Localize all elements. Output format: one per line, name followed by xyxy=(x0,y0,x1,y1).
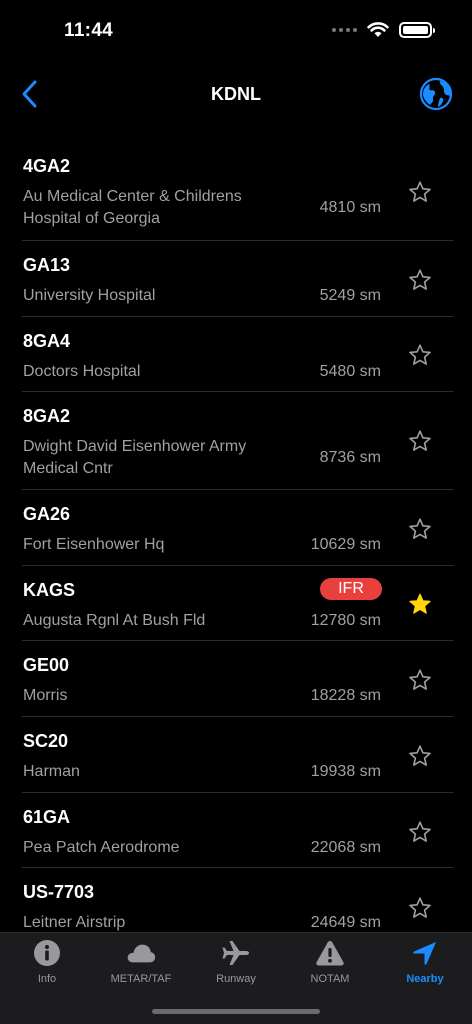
tab-notam[interactable]: NOTAM xyxy=(283,933,377,993)
status-time: 11:44 xyxy=(64,20,114,41)
tab-label: Nearby xyxy=(406,973,444,985)
nearby-airports-list[interactable]: 4GA2 Au Medical Center & Childrens Hospi… xyxy=(0,140,472,932)
star-outline-icon[interactable] xyxy=(408,744,432,768)
airport-row[interactable]: US-7703 Leitner Airstrip 24649 sm xyxy=(0,868,472,932)
warning-triangle-icon xyxy=(315,939,345,967)
airport-name: Au Medical Center & Childrens Hospital o… xyxy=(23,188,242,227)
airport-distance: 8736 sm xyxy=(319,449,381,466)
airport-row[interactable]: GE00 Morris 18228 sm xyxy=(0,641,472,717)
tab-label: Runway xyxy=(216,973,256,985)
globe-icon xyxy=(419,77,453,111)
airport-row[interactable]: 8GA4 Doctors Hospital 5480 sm xyxy=(0,317,472,392)
airport-distance: 5480 sm xyxy=(319,363,381,380)
star-outline-icon[interactable] xyxy=(408,268,432,292)
airport-code: GA13 xyxy=(23,255,71,275)
airport-row[interactable]: 4GA2 Au Medical Center & Childrens Hospi… xyxy=(0,140,472,241)
airport-name: Pea Patch Aerodrome xyxy=(23,839,180,856)
wifi-icon xyxy=(367,22,389,37)
status-icons xyxy=(332,22,435,38)
star-outline-icon[interactable] xyxy=(408,180,432,204)
tab-metar-taf[interactable]: METAR/TAF xyxy=(94,933,188,993)
star-outline-icon[interactable] xyxy=(408,343,432,367)
info-circle-icon xyxy=(32,939,62,967)
airport-name: Dwight David Eisenhower Army Medical Cnt… xyxy=(23,438,247,477)
airport-code: SC20 xyxy=(23,731,69,751)
airport-row[interactable]: 61GA Pea Patch Aerodrome 22068 sm xyxy=(0,793,472,868)
cellular-signal-icon xyxy=(332,28,357,32)
star-outline-icon[interactable] xyxy=(408,668,432,692)
ifr-badge: IFR xyxy=(320,578,382,600)
tab-label: METAR/TAF xyxy=(110,973,172,985)
tab-label: NOTAM xyxy=(310,973,350,985)
airport-name: Doctors Hospital xyxy=(23,363,141,380)
airport-distance: 18228 sm xyxy=(310,687,381,704)
star-outline-icon[interactable] xyxy=(408,820,432,844)
star-outline-icon[interactable] xyxy=(408,896,432,920)
battery-icon xyxy=(399,22,435,38)
airport-distance: 24649 sm xyxy=(310,914,381,931)
star-filled-icon[interactable] xyxy=(408,592,432,616)
airport-name: Morris xyxy=(23,687,68,704)
airport-code: GE00 xyxy=(23,655,70,675)
airport-distance: 4810 sm xyxy=(319,199,381,216)
tab-runway[interactable]: Runway xyxy=(189,933,283,993)
tab-label: Info xyxy=(37,973,57,985)
airport-code: KAGS xyxy=(23,580,76,600)
tab-info[interactable]: Info xyxy=(0,933,94,993)
tab-nearby[interactable]: Nearby xyxy=(378,933,472,993)
airport-row[interactable]: SC20 Harman 19938 sm xyxy=(0,717,472,793)
airport-name: Fort Eisenhower Hq xyxy=(23,536,165,553)
page-title: KDNL xyxy=(211,84,261,104)
airport-code: US-7703 xyxy=(23,882,95,902)
airport-name: University Hospital xyxy=(23,287,156,304)
airport-row[interactable]: GA26 Fort Eisenhower Hq 10629 sm xyxy=(0,490,472,566)
airport-row[interactable]: GA13 University Hospital 5249 sm xyxy=(0,241,472,317)
cloud-icon xyxy=(126,939,156,967)
airport-name: Augusta Rgnl At Bush Fld xyxy=(23,612,206,629)
airport-code: 4GA2 xyxy=(23,156,71,176)
airport-code: 8GA4 xyxy=(23,331,71,351)
airport-distance: 22068 sm xyxy=(310,839,381,856)
airport-name: Leitner Airstrip xyxy=(23,914,126,931)
airport-distance: 10629 sm xyxy=(310,536,381,553)
airport-code: 61GA xyxy=(23,807,71,827)
airport-code: 8GA2 xyxy=(23,406,71,426)
airport-row[interactable]: KAGS IFR Augusta Rgnl At Bush Fld 12780 … xyxy=(0,566,472,641)
location-arrow-icon xyxy=(410,939,440,967)
airport-distance: 5249 sm xyxy=(319,287,381,304)
star-outline-icon[interactable] xyxy=(408,517,432,541)
home-indicator[interactable] xyxy=(152,1009,320,1014)
airport-code: GA26 xyxy=(23,504,71,524)
star-outline-icon[interactable] xyxy=(408,429,432,453)
airport-distance: 12780 sm xyxy=(310,612,381,629)
status-bar: 11:44 xyxy=(0,0,472,64)
airplane-icon xyxy=(221,939,251,967)
airport-row[interactable]: 8GA2 Dwight David Eisenhower Army Medica… xyxy=(0,392,472,490)
airport-distance: 19938 sm xyxy=(310,763,381,780)
map-button[interactable] xyxy=(418,76,454,112)
nav-bar: KDNL xyxy=(0,64,472,128)
airport-name: Harman xyxy=(23,763,80,780)
